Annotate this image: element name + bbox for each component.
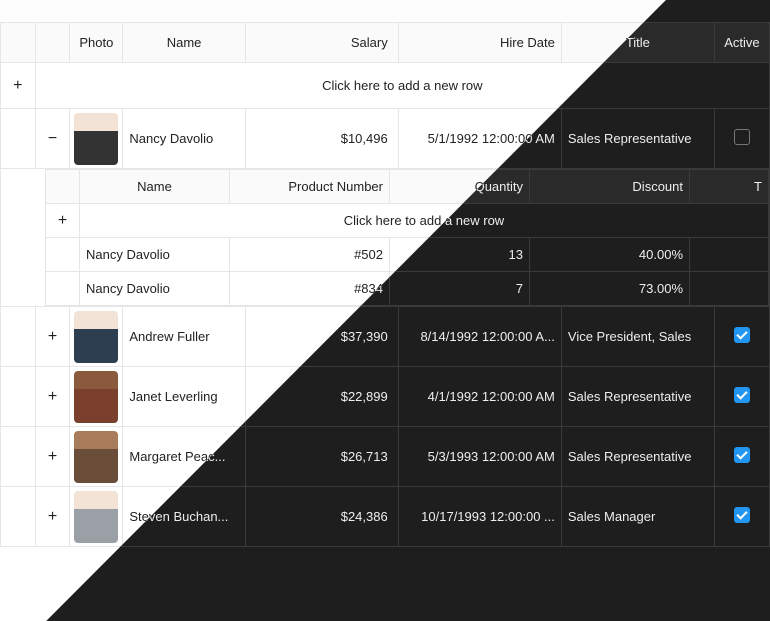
col-salary[interactable]: Salary (245, 23, 398, 63)
cell-name: Janet Leverling (129, 389, 238, 404)
expand-icon[interactable]: + (48, 448, 57, 465)
cell-hire: 4/1/1992 12:00:00 AM (405, 389, 555, 404)
cell-salary: $26,713 (341, 449, 388, 464)
plus-icon[interactable]: + (1, 63, 36, 109)
cell-salary: $22,899 (341, 389, 388, 404)
ncell-product-number: #834 (230, 272, 390, 306)
ncell-product-number: #502 (230, 238, 390, 272)
cell-title: Sales Representative (568, 131, 708, 146)
expand-icon[interactable]: + (48, 388, 57, 405)
cell-title: Sales Manager (568, 509, 708, 524)
active-checkbox[interactable] (734, 447, 750, 463)
cell-name: Nancy Davolio (129, 131, 238, 146)
cell-salary: $10,496 (341, 131, 388, 146)
cell-title: Sales Representative (568, 389, 708, 404)
active-checkbox[interactable] (734, 327, 750, 343)
expand-icon[interactable]: + (48, 328, 57, 345)
expand-icon[interactable]: + (48, 508, 57, 525)
avatar (74, 431, 118, 483)
ncell-discount: 40.00% (530, 238, 690, 272)
cell-title: Sales Representative (568, 449, 708, 464)
avatar (74, 491, 118, 543)
ncell-name: Nancy Davolio (80, 238, 230, 272)
active-checkbox[interactable] (734, 507, 750, 523)
cell-salary: $37,390 (341, 329, 388, 344)
avatar (74, 113, 118, 165)
col-name[interactable]: Name (123, 23, 245, 63)
active-checkbox[interactable] (734, 387, 750, 403)
ncell-discount: 73.00% (530, 272, 690, 306)
avatar (74, 371, 118, 423)
collapse-icon[interactable]: − (48, 130, 57, 147)
avatar (74, 311, 118, 363)
col-hire[interactable]: Hire Date (398, 23, 561, 63)
ncol-name[interactable]: Name (80, 170, 230, 204)
ncol-discount[interactable]: Discount (530, 170, 690, 204)
cell-salary: $24,386 (341, 509, 388, 524)
col-photo[interactable]: Photo (70, 23, 123, 63)
plus-icon[interactable]: + (46, 204, 80, 238)
ncol-product-number[interactable]: Product Number (230, 170, 390, 204)
cell-hire: 5/3/1993 12:00:00 AM (405, 449, 555, 464)
ncell-quantity: 7 (390, 272, 530, 306)
cell-hire: 10/17/1993 12:00:00 ... (405, 509, 555, 524)
cell-title: Vice President, Sales (568, 329, 708, 344)
col-active[interactable]: Active (714, 23, 769, 63)
ncol-t[interactable]: T (690, 170, 769, 204)
cell-hire: 8/14/1992 12:00:00 A... (405, 329, 555, 344)
active-checkbox[interactable] (734, 129, 750, 145)
ncell-name: Nancy Davolio (80, 272, 230, 306)
cell-name: Andrew Fuller (129, 329, 238, 344)
